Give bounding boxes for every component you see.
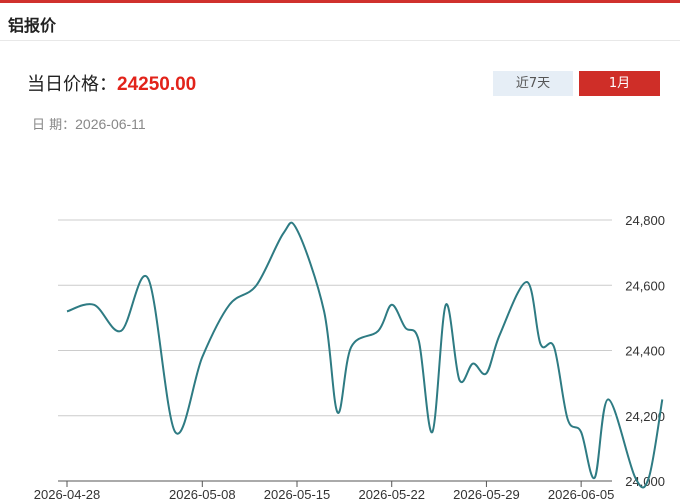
y-tick-label: 24,400 xyxy=(625,344,665,359)
y-tick-label: 24,800 xyxy=(625,213,665,228)
x-tick-label: 2026-05-15 xyxy=(264,487,331,501)
x-tick-label: 2026-05-08 xyxy=(169,487,236,501)
price-line-chart: 24,00024,20024,40024,60024,8002026-04-28… xyxy=(34,213,665,501)
x-tick-label: 2026-05-29 xyxy=(453,487,520,501)
x-tick-label: 2026-06-05 xyxy=(548,487,615,501)
y-tick-label: 24,600 xyxy=(625,278,665,293)
x-tick-label: 2026-05-22 xyxy=(358,487,425,501)
price-series-line xyxy=(66,221,664,489)
x-tick-label: 2026-04-28 xyxy=(34,487,101,501)
